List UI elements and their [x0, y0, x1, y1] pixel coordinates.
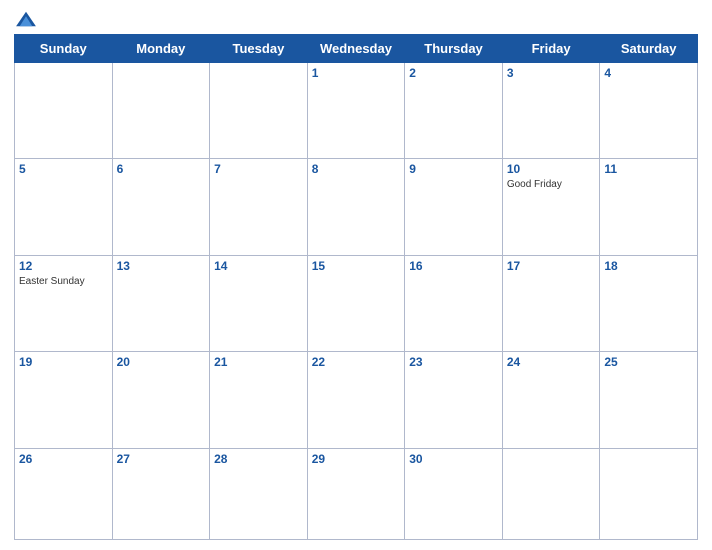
calendar-cell: 27: [112, 448, 210, 539]
day-number: 14: [214, 259, 303, 273]
calendar-cell: [210, 63, 308, 159]
calendar-cell: 18: [600, 255, 698, 351]
calendar-cell: 23: [405, 352, 503, 448]
day-number: 23: [409, 355, 498, 369]
calendar-cell: 16: [405, 255, 503, 351]
calendar-cell: 26: [15, 448, 113, 539]
day-event: Easter Sunday: [19, 275, 108, 288]
calendar-week-4: 19 20 21 22 23 24 25: [15, 352, 698, 448]
calendar-cell: 24: [502, 352, 600, 448]
day-number: 13: [117, 259, 206, 273]
day-number: 25: [604, 355, 693, 369]
calendar-cell: [502, 448, 600, 539]
weekday-header-friday: Friday: [502, 35, 600, 63]
calendar-cell: [112, 63, 210, 159]
day-number: 8: [312, 162, 401, 176]
calendar-cell: 12 Easter Sunday: [15, 255, 113, 351]
calendar-cell: 9: [405, 159, 503, 255]
calendar-table: SundayMondayTuesdayWednesdayThursdayFrid…: [14, 34, 698, 540]
logo: [14, 10, 36, 28]
calendar-cell: 2: [405, 63, 503, 159]
day-number: 3: [507, 66, 596, 80]
calendar-cell: 8: [307, 159, 405, 255]
weekday-header-tuesday: Tuesday: [210, 35, 308, 63]
calendar-cell: 15: [307, 255, 405, 351]
day-number: 20: [117, 355, 206, 369]
calendar-header: [14, 10, 698, 28]
day-number: 22: [312, 355, 401, 369]
calendar-week-3: 12 Easter Sunday 13 14 15 16 17 18: [15, 255, 698, 351]
country-label: [638, 24, 698, 28]
weekday-header-saturday: Saturday: [600, 35, 698, 63]
calendar-page: SundayMondayTuesdayWednesdayThursdayFrid…: [0, 0, 712, 550]
calendar-week-1: 1234: [15, 63, 698, 159]
calendar-cell: 29: [307, 448, 405, 539]
calendar-week-2: 56789 10 Good Friday 11: [15, 159, 698, 255]
calendar-cell: 4: [600, 63, 698, 159]
calendar-cell: 11: [600, 159, 698, 255]
calendar-cell: 3: [502, 63, 600, 159]
day-number: 6: [117, 162, 206, 176]
calendar-cell: [600, 448, 698, 539]
calendar-cell: 10 Good Friday: [502, 159, 600, 255]
day-number: 17: [507, 259, 596, 273]
day-number: 5: [19, 162, 108, 176]
day-number: 26: [19, 452, 108, 466]
day-number: 15: [312, 259, 401, 273]
weekday-header-sunday: Sunday: [15, 35, 113, 63]
calendar-cell: 19: [15, 352, 113, 448]
day-number: 19: [19, 355, 108, 369]
day-number: 30: [409, 452, 498, 466]
logo-icon: [16, 10, 36, 28]
calendar-cell: 1: [307, 63, 405, 159]
day-number: 11: [604, 162, 693, 176]
day-number: 16: [409, 259, 498, 273]
day-number: 24: [507, 355, 596, 369]
calendar-cell: 17: [502, 255, 600, 351]
weekday-header-monday: Monday: [112, 35, 210, 63]
calendar-cell: 14: [210, 255, 308, 351]
day-number: 29: [312, 452, 401, 466]
day-event: Good Friday: [507, 178, 596, 191]
day-number: 28: [214, 452, 303, 466]
day-number: 21: [214, 355, 303, 369]
calendar-cell: 21: [210, 352, 308, 448]
day-number: 10: [507, 162, 596, 176]
calendar-cell: 28: [210, 448, 308, 539]
day-number: 4: [604, 66, 693, 80]
day-number: 7: [214, 162, 303, 176]
calendar-cell: 6: [112, 159, 210, 255]
calendar-cell: 22: [307, 352, 405, 448]
day-number: 1: [312, 66, 401, 80]
day-number: 12: [19, 259, 108, 273]
day-number: 27: [117, 452, 206, 466]
weekday-header-wednesday: Wednesday: [307, 35, 405, 63]
day-number: 2: [409, 66, 498, 80]
day-number: 18: [604, 259, 693, 273]
weekday-header-row: SundayMondayTuesdayWednesdayThursdayFrid…: [15, 35, 698, 63]
day-number: 9: [409, 162, 498, 176]
calendar-cell: 13: [112, 255, 210, 351]
calendar-cell: [15, 63, 113, 159]
calendar-cell: 5: [15, 159, 113, 255]
weekday-header-thursday: Thursday: [405, 35, 503, 63]
calendar-week-5: 26 27 28 29 30: [15, 448, 698, 539]
calendar-cell: 25: [600, 352, 698, 448]
calendar-cell: 20: [112, 352, 210, 448]
calendar-cell: 30: [405, 448, 503, 539]
calendar-cell: 7: [210, 159, 308, 255]
